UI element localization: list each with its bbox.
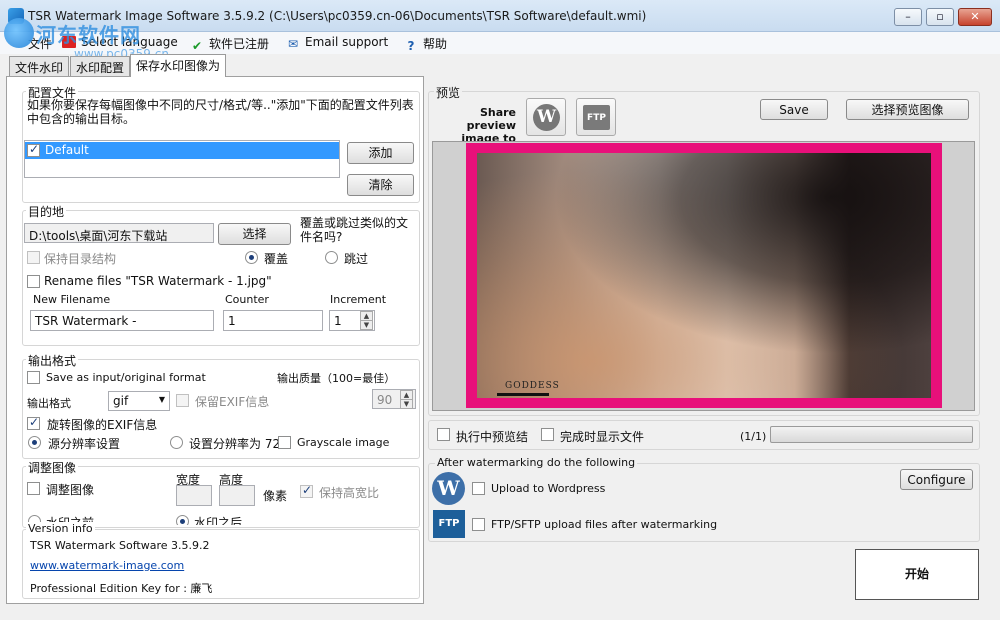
- site-watermark-logo: [4, 18, 34, 48]
- keep-aspect-checkbox[interactable]: [300, 483, 313, 498]
- ftp-icon: FTP: [433, 510, 465, 538]
- website-link[interactable]: www.watermark-image.com: [30, 559, 184, 572]
- rotate-exif-checkbox[interactable]: [27, 415, 40, 430]
- new-filename-input[interactable]: TSR Watermark -: [30, 310, 214, 331]
- resize-label: 调整图像: [46, 483, 95, 497]
- preview-during-checkbox[interactable]: [437, 428, 450, 441]
- quality-label: 输出质量（100=最佳）: [277, 372, 396, 385]
- configure-button[interactable]: Configure: [900, 469, 973, 490]
- config-default-checkbox[interactable]: [27, 142, 40, 157]
- resize-checkbox[interactable]: [27, 482, 40, 495]
- grayscale-checkbox[interactable]: [278, 436, 291, 449]
- start-button[interactable]: 开始: [855, 549, 979, 600]
- chevron-down-icon: ▼: [158, 395, 165, 404]
- source-resolution-label: 源分辨率设置: [48, 437, 121, 451]
- photo-watermark-bar: [497, 393, 549, 396]
- set-resolution-radio[interactable]: [170, 436, 183, 449]
- rename-files-label: Rename files "TSR Watermark - 1.jpg": [44, 274, 272, 288]
- clear-button[interactable]: 清除: [347, 174, 414, 196]
- preview-image-shading: [477, 153, 931, 398]
- show-file-done-checkbox[interactable]: [541, 428, 554, 441]
- keep-exif-checkbox[interactable]: [176, 394, 189, 407]
- format-select[interactable]: gif ▼: [108, 391, 170, 411]
- email-icon: ✉: [287, 37, 299, 51]
- wordpress-icon: W: [432, 472, 465, 505]
- ftp-icon: FTP: [583, 105, 610, 130]
- help-icon: ?: [407, 39, 415, 53]
- counter-label: Counter: [225, 293, 269, 306]
- menu-email-support[interactable]: ✉ Email support: [286, 35, 388, 50]
- save-as-input-checkbox[interactable]: [27, 371, 40, 384]
- keep-structure-checkbox[interactable]: [27, 251, 40, 264]
- overwrite-question: 覆盖或跳过类似的文件名吗?: [300, 216, 409, 244]
- page-counter: (1/1): [740, 430, 767, 443]
- tab-save-watermarked-image[interactable]: 保存水印图像为: [130, 54, 227, 77]
- ftp-upload-checkbox[interactable]: [472, 518, 485, 531]
- add-button[interactable]: 添加: [347, 142, 414, 164]
- grayscale-label: Grayscale image: [297, 436, 390, 449]
- wordpress-icon: W: [533, 104, 560, 131]
- ftp-upload-label: FTP/SFTP upload files after watermarking: [491, 518, 718, 531]
- overwrite-label: 覆盖: [264, 252, 289, 266]
- site-watermark-name: 河东软件网: [36, 23, 141, 47]
- keep-exif-label: 保留EXIF信息: [195, 395, 270, 409]
- pixels-label: 像素: [263, 489, 288, 503]
- config-description: 如果你要保存每幅图像中不同的尺寸/格式/等.."添加"下面的配置文件列表中包含的…: [27, 98, 414, 126]
- show-file-done-label: 完成时显示文件: [560, 430, 645, 444]
- version-text: TSR Watermark Software 3.5.9.2: [30, 539, 210, 552]
- after-watermark-radio[interactable]: [176, 515, 189, 525]
- width-input[interactable]: [176, 485, 212, 506]
- minimize-button[interactable]: –: [894, 8, 922, 26]
- tab-watermark-config[interactable]: 水印配置: [70, 56, 131, 76]
- upload-wordpress-label: Upload to Wordpress: [491, 482, 606, 495]
- resize-group-title: 调整图像: [26, 459, 79, 476]
- config-default-label: Default: [45, 143, 89, 157]
- save-as-input-label: Save as input/original format: [46, 371, 206, 384]
- keep-structure-label: 保持目录结构: [44, 252, 117, 266]
- tab-file-watermark[interactable]: 文件水印: [9, 56, 70, 76]
- checkmark-icon: ✔: [191, 39, 203, 53]
- upload-wordpress-checkbox[interactable]: [472, 482, 485, 495]
- increment-down-icon[interactable]: ▼: [360, 320, 373, 330]
- save-preview-button[interactable]: Save: [760, 99, 828, 120]
- maximize-button[interactable]: ▫: [926, 8, 954, 26]
- share-ftp-button[interactable]: FTP: [576, 98, 616, 136]
- close-button[interactable]: ✕: [958, 8, 992, 26]
- skip-radio[interactable]: [325, 251, 338, 264]
- format-label: 输出格式: [27, 397, 71, 410]
- destination-path-input[interactable]: D:\tools\桌面\河东下载站: [24, 223, 214, 243]
- version-group-title: Version info: [26, 522, 95, 535]
- menu-registered[interactable]: ✔ 软件已注册: [190, 35, 269, 52]
- quality-down-icon[interactable]: ▼: [400, 399, 413, 409]
- share-wordpress-button[interactable]: W: [526, 98, 566, 136]
- set-resolution-label: 设置分辨率为 72: [189, 437, 281, 451]
- skip-label: 跳过: [344, 252, 369, 266]
- rotate-exif-label: 旋转图像的EXIF信息: [47, 418, 158, 432]
- select-preview-button[interactable]: 选择预览图像: [846, 99, 969, 120]
- license-key-text: Professional Edition Key for : 廉飞: [30, 582, 213, 595]
- after-watermark-title: After watermarking do the following: [435, 456, 638, 469]
- increment-label: Increment: [330, 293, 387, 306]
- choose-button[interactable]: 选择: [218, 223, 291, 245]
- destination-group-title: 目的地: [26, 203, 67, 220]
- source-resolution-radio[interactable]: [28, 436, 41, 449]
- rename-files-checkbox[interactable]: [27, 275, 40, 288]
- height-input[interactable]: [219, 485, 255, 506]
- preview-group-title: 预览: [434, 84, 463, 101]
- preview-during-label: 执行中预览结: [456, 430, 529, 444]
- photo-watermark-text: GODDESS: [505, 381, 560, 391]
- menu-help[interactable]: ? 帮助: [404, 35, 448, 53]
- counter-input[interactable]: 1: [223, 310, 323, 331]
- keep-aspect-label: 保持高宽比: [319, 486, 380, 500]
- after-watermark-label: 水印之后: [194, 516, 243, 525]
- progress-bar: [770, 426, 973, 443]
- share-preview-label: Share preview image to: [461, 106, 516, 145]
- overwrite-radio[interactable]: [245, 251, 258, 264]
- new-filename-label: New Filename: [33, 293, 111, 306]
- output-format-group-title: 输出格式: [26, 352, 79, 369]
